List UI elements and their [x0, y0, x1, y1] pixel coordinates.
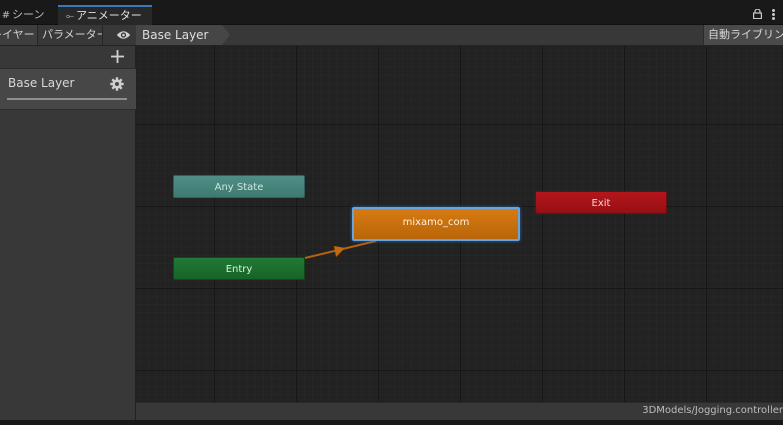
breadcrumb-base-layer[interactable]: Base Layer	[136, 25, 230, 45]
tab-animator[interactable]: ⟜ アニメーター	[58, 5, 152, 25]
any-state-node[interactable]: Any State	[173, 175, 305, 198]
layers-tab-button[interactable]: レイヤー	[0, 25, 38, 45]
layers-panel: Base Layer	[0, 46, 136, 420]
parameters-tab-label: パラメーター	[42, 28, 103, 41]
state-node-mixamo-com[interactable]: mixamo_com	[352, 207, 520, 241]
tab-animator-label: アニメーター	[76, 9, 142, 22]
tab-scene[interactable]: # シーン	[0, 5, 57, 25]
layer-name: Base Layer	[8, 76, 75, 90]
state-label: mixamo_com	[402, 217, 470, 228]
layer-item-base-layer[interactable]: Base Layer	[0, 68, 136, 110]
any-state-label: Any State	[214, 182, 264, 193]
auto-live-link-label: 自動ライブリンク	[708, 28, 783, 41]
entry-label: Entry	[225, 264, 253, 275]
animator-toolbar: レイヤー パラメーター Base Layer 自動ライブリンク	[0, 25, 783, 46]
controller-path: 3DModels/Jogging.controller	[642, 405, 783, 416]
hash-icon: #	[1, 10, 11, 21]
breadcrumb-label: Base Layer	[142, 28, 209, 42]
exit-label: Exit	[591, 198, 611, 209]
window-bottom-edge	[0, 420, 783, 425]
gear-icon[interactable]	[110, 77, 124, 91]
entry-node[interactable]: Entry	[173, 257, 305, 280]
more-menu-icon[interactable]	[772, 9, 776, 20]
lock-icon[interactable]	[753, 9, 762, 19]
status-bar: 3DModels/Jogging.controller	[136, 402, 783, 420]
window-tab-bar: # シーン ⟜ アニメーター	[0, 0, 783, 25]
parameters-tab-button[interactable]: パラメーター	[38, 25, 103, 45]
layers-tab-label: レイヤー	[0, 28, 35, 41]
layer-weight-slider[interactable]	[7, 98, 127, 100]
auto-live-link-button[interactable]: 自動ライブリンク	[703, 25, 783, 45]
add-layer-plus-icon[interactable]	[111, 50, 124, 63]
exit-node[interactable]: Exit	[535, 191, 667, 214]
tab-scene-label: シーン	[12, 8, 45, 21]
eye-icon[interactable]	[116, 29, 131, 41]
state-machine-graph[interactable]: Any State Entry mixamo_com Exit	[136, 46, 783, 402]
animator-icon: ⟜	[66, 11, 74, 22]
